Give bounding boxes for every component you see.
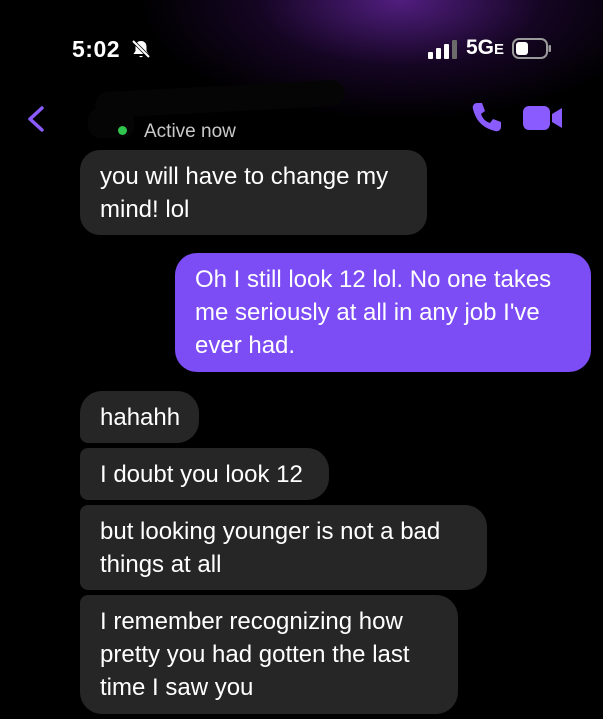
message-line: you will have to change my — [100, 163, 389, 190]
message-line: I remember recognizing how — [100, 608, 403, 635]
presence-status: Active now — [144, 121, 236, 142]
message-line: time I saw you — [100, 674, 254, 701]
active-status-dot — [118, 126, 127, 135]
message-bubble-received[interactable]: I doubt you look 12 — [80, 448, 329, 500]
message-line: I doubt you look 12 — [100, 461, 303, 488]
message-line: me seriously at all in any job I've — [195, 299, 540, 326]
signal-strength-icon — [428, 40, 457, 59]
phone-icon[interactable] — [470, 100, 504, 134]
message-line: things at all — [100, 551, 222, 578]
message-bubble-received[interactable]: hahahh — [80, 391, 199, 443]
message-line: ever had. — [195, 332, 296, 359]
chevron-left-icon[interactable] — [24, 104, 48, 134]
network-type: 5GE — [466, 36, 505, 59]
bell-slash-icon — [131, 39, 151, 59]
message-bubble-received[interactable]: I remember recognizing how pretty you ha… — [80, 595, 458, 714]
battery-icon — [512, 38, 551, 59]
message-line: Oh I still look 12 lol. No one takes — [195, 266, 552, 293]
status-time: 5:02 — [72, 36, 121, 62]
message-line: pretty you had gotten the last — [100, 641, 410, 668]
message-line: hahahh — [100, 404, 181, 431]
message-line: mind! lol — [100, 196, 190, 223]
message-bubble-sent[interactable]: Oh I still look 12 lol. No one takes me … — [175, 253, 591, 372]
message-bubble-received[interactable]: you will have to change my mind! lol — [80, 150, 427, 235]
message-line: but looking younger is not a bad — [100, 518, 441, 545]
redacted-avatar — [88, 108, 134, 138]
message-bubble-received[interactable]: but looking younger is not a bad things … — [80, 505, 487, 590]
video-camera-icon[interactable] — [521, 104, 565, 132]
